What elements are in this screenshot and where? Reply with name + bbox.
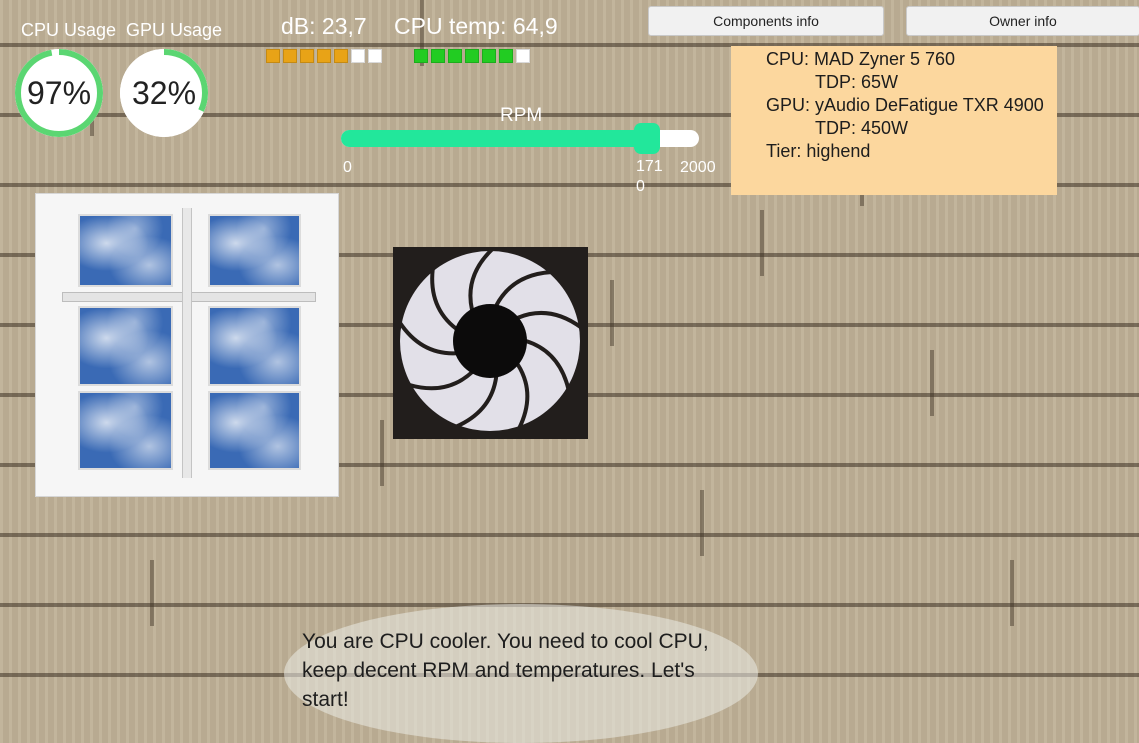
rpm-max-label: 2000 [680, 159, 716, 176]
dialog-text: You are CPU cooler. You need to cool CPU… [302, 630, 709, 711]
rpm-slider-fill [341, 130, 647, 147]
window-mullion [182, 208, 192, 478]
window-pane [208, 391, 301, 470]
components-info-panel: CPU: MAD Zyner 5 760 TDP: 65W GPU: yAudi… [731, 46, 1057, 195]
gpu-tdp-line: TDP: 450W [815, 118, 909, 138]
gpu-usage-label: GPU Usage [126, 20, 223, 40]
rpm-slider-handle[interactable] [634, 123, 660, 154]
window-pane [78, 214, 173, 287]
gpu-usage-gauge: 32% [120, 49, 208, 137]
window-pane [208, 214, 301, 287]
db-level-segment [300, 49, 314, 63]
window-pane [78, 306, 173, 386]
cpu-temp-level-segment [414, 49, 428, 63]
cpu-usage-gauge: 97% [15, 49, 103, 137]
rpm-label: RPM [500, 105, 543, 126]
cpu-temp-level-segment [448, 49, 462, 63]
components-info-button[interactable]: Components info [648, 6, 884, 36]
cpu-temp-level-segment [431, 49, 445, 63]
db-level-segment [317, 49, 331, 63]
cpu-fan[interactable] [393, 247, 588, 439]
db-readout: dB: 23,7 [281, 13, 367, 40]
cpu-usage-value: 97% [26, 74, 92, 111]
owner-info-button[interactable]: Owner info [906, 6, 1139, 36]
cpu-temp-level-segment [482, 49, 496, 63]
cpu-usage-label: CPU Usage [21, 20, 117, 40]
window-image [36, 194, 338, 496]
cpu-temp-value: 64,9 [512, 13, 558, 39]
cpu-temp-level-segment [499, 49, 513, 63]
fan-icon [398, 247, 583, 431]
cpu-tdp-line: TDP: 65W [815, 72, 899, 92]
db-value: 23,7 [321, 13, 367, 39]
db-label: dB: [281, 13, 316, 39]
cpu-temp-level-segment [465, 49, 479, 63]
rpm-value-label: 1710 [636, 158, 663, 195]
db-level-bar [266, 49, 382, 64]
rpm-slider[interactable] [341, 123, 699, 154]
cpu-temp-level-segment [516, 49, 530, 63]
db-level-segment [283, 49, 297, 63]
window-pane [78, 391, 173, 470]
gpu-model-line: GPU: yAudio DeFatigue TXR 4900 [766, 95, 1044, 115]
db-level-segment [334, 49, 348, 63]
tier-line: Tier: highend [766, 141, 871, 161]
cpu-model-line: CPU: MAD Zyner 5 760 [766, 49, 956, 69]
cpu-temp-level-bar [414, 49, 530, 64]
cpu-temp-readout: CPU temp: 64,9 [394, 13, 558, 40]
cpu-temp-label: CPU temp: [394, 13, 507, 39]
rpm-min-label: 0 [343, 159, 352, 176]
gpu-usage-value: 32% [131, 74, 197, 111]
window-pane [208, 306, 301, 386]
db-level-segment [368, 49, 382, 63]
db-level-segment [351, 49, 365, 63]
db-level-segment [266, 49, 280, 63]
